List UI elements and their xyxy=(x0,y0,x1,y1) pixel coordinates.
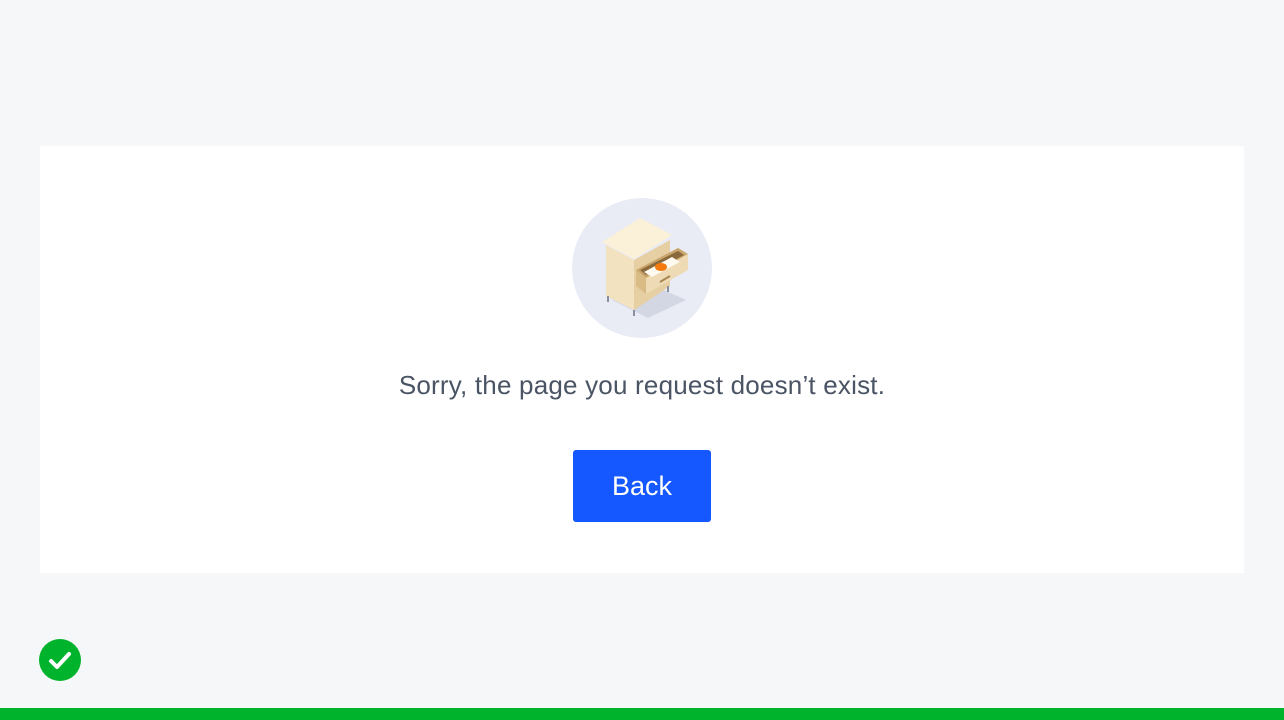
page: Sorry, the page you request doesn’t exis… xyxy=(0,0,1284,720)
error-message: Sorry, the page you request doesn’t exis… xyxy=(398,370,886,400)
bottom-status-bar xyxy=(0,708,1284,720)
empty-drawer-cabinet-icon xyxy=(572,198,712,338)
not-found-card: Sorry, the page you request doesn’t exis… xyxy=(40,146,1244,573)
checkmark-icon xyxy=(39,639,81,681)
back-button[interactable]: Back xyxy=(573,450,711,522)
